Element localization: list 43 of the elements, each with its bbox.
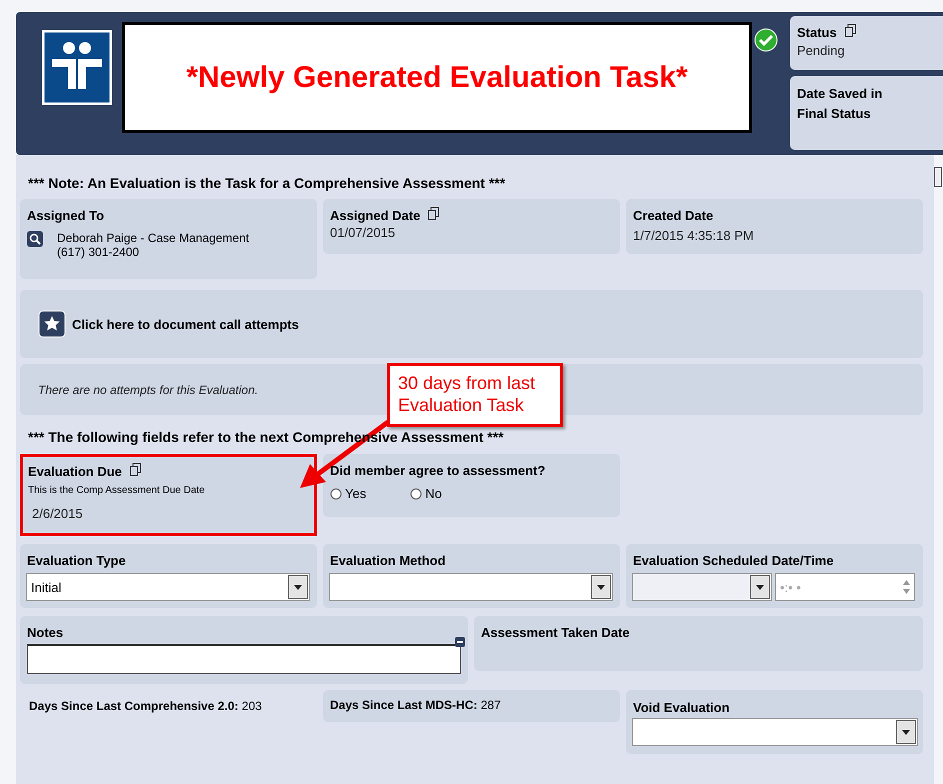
- assignee-name: Deborah Paige - Case Management: [57, 231, 250, 245]
- note-heading: *** Note: An Evaluation is the Task for a Comprehensive Assessment ***: [27, 175, 506, 193]
- scheduled-label: Evaluation Scheduled Date/Time: [633, 553, 834, 568]
- copy-icon[interactable]: [844, 24, 856, 37]
- annotation-callout: 30 days from last Evaluation Task: [387, 363, 563, 427]
- evaluation-method-label: Evaluation Method: [330, 553, 446, 568]
- collapse-icon[interactable]: [455, 637, 465, 647]
- evaluation-due-hint: This is the Comp Assessment Due Date: [28, 485, 206, 496]
- evaluation-due-value: 2/6/2015: [31, 506, 84, 521]
- assigned-to-label: Assigned To: [27, 208, 104, 223]
- assignee-phone: (617) 301-2400: [57, 245, 140, 259]
- scrollbar-icon: [934, 167, 942, 187]
- days-mds-text: Days Since Last MDS-HC: 287: [323, 690, 620, 722]
- evaluation-due-label: Evaluation Due: [28, 464, 122, 479]
- notes-field[interactable]: [27, 644, 461, 674]
- agreement-label: Did member agree to assessment?: [330, 463, 546, 478]
- search-icon[interactable]: [27, 231, 43, 247]
- spinner-icon[interactable]: [903, 580, 910, 594]
- status-value: Pending: [797, 43, 846, 58]
- empty-attempts-message: There are no attempts for this Evaluation.: [38, 382, 258, 396]
- scheduled-date-select[interactable]: [632, 573, 772, 601]
- radio-icon[interactable]: [330, 488, 342, 500]
- created-date-value: 1/7/2015 4:35:18 PM: [633, 228, 755, 243]
- void-label: Void Evaluation: [633, 700, 731, 715]
- notes-label: Notes: [27, 625, 64, 640]
- evaluation-type-label: Evaluation Type: [27, 553, 126, 568]
- status-label: Status: [797, 25, 837, 40]
- assessment-taken-label: Assessment Taken Date: [481, 625, 630, 640]
- check-icon: [754, 28, 778, 52]
- radio-option[interactable]: No: [410, 486, 442, 501]
- created-date-label: Created Date: [633, 208, 714, 223]
- copy-icon[interactable]: [428, 207, 440, 220]
- assigned-date-label: Assigned Date: [330, 208, 420, 223]
- call-attempts-link[interactable]: Click here to document call attempts: [38, 310, 299, 338]
- radio-icon[interactable]: [410, 488, 422, 500]
- logo-icon: [42, 30, 112, 105]
- banner-title: *Newly Generated Evaluation Task*: [122, 22, 752, 133]
- days-comprehensive-text: Days Since Last Comprehensive 2.0: 203: [28, 698, 263, 715]
- radio-option[interactable]: Yes: [330, 486, 366, 501]
- assigned-date-value: 01/07/2015: [330, 225, 396, 240]
- copy-icon[interactable]: [130, 463, 141, 476]
- date-saved-label: Date Saved in Final Status: [797, 85, 884, 123]
- evaluation-type-select[interactable]: Initial: [26, 573, 310, 601]
